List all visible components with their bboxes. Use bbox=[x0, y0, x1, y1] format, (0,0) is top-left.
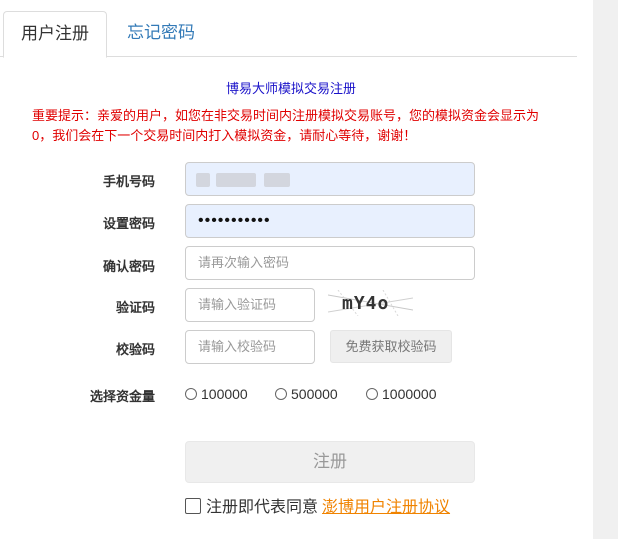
agreement-checkbox[interactable] bbox=[185, 498, 201, 514]
tab-forgot-password[interactable]: 忘记密码 bbox=[109, 11, 213, 58]
sms-code-input[interactable]: 请输入校验码 bbox=[185, 330, 315, 364]
phone-label: 手机号码 bbox=[102, 174, 155, 189]
captcha-image[interactable]: mY4o bbox=[327, 289, 414, 317]
password-label: 设置密码 bbox=[102, 216, 155, 231]
radio-icon[interactable] bbox=[275, 388, 287, 400]
funds-option-500000[interactable]: 500000 bbox=[275, 384, 338, 404]
tab-register[interactable]: 用户注册 bbox=[3, 11, 107, 58]
captcha-label: 验证码 bbox=[115, 300, 155, 315]
phone-input[interactable] bbox=[185, 162, 475, 196]
tab-bar: 用户注册 忘记密码 bbox=[0, 0, 577, 58]
captcha-input[interactable]: 请输入验证码 bbox=[185, 288, 315, 322]
sms-code-placeholder: 请输入校验码 bbox=[198, 339, 277, 354]
radio-icon[interactable] bbox=[185, 388, 197, 400]
agreement-text: 注册即代表同意 bbox=[206, 499, 319, 516]
register-button[interactable]: 注册 bbox=[185, 441, 475, 483]
funds-option-100000[interactable]: 100000 bbox=[185, 384, 248, 404]
redacted-block bbox=[196, 173, 210, 187]
confirm-password-label: 确认密码 bbox=[102, 259, 155, 274]
radio-icon[interactable] bbox=[366, 388, 378, 400]
funds-option-label: 500000 bbox=[291, 386, 338, 402]
funds-option-label: 1000000 bbox=[382, 386, 437, 402]
notice-text: 重要提示：亲爱的用户，如您在非交易时间内注册模拟交易账号，您的模拟资金会显示为0… bbox=[32, 108, 540, 143]
page-title: 博易大师模拟交易注册 bbox=[225, 81, 356, 96]
funds-option-label: 100000 bbox=[201, 386, 248, 402]
captcha-placeholder: 请输入验证码 bbox=[198, 297, 277, 312]
agreement-link[interactable]: 澎博用户注册协议 bbox=[322, 499, 450, 516]
funds-option-1000000[interactable]: 1000000 bbox=[366, 384, 437, 404]
redacted-block bbox=[264, 173, 290, 187]
password-value: ••••••••••• bbox=[198, 212, 271, 229]
password-input[interactable]: ••••••••••• bbox=[185, 204, 475, 238]
get-sms-code-button[interactable]: 免费获取校验码 bbox=[330, 330, 452, 363]
sms-code-label: 校验码 bbox=[115, 342, 155, 357]
scrollbar-gutter[interactable] bbox=[593, 0, 618, 539]
captcha-text: mY4o bbox=[342, 293, 389, 314]
funds-label: 选择资金量 bbox=[89, 389, 155, 404]
confirm-password-input[interactable]: 请再次输入密码 bbox=[185, 246, 475, 280]
redacted-block bbox=[216, 173, 256, 187]
confirm-password-placeholder: 请再次输入密码 bbox=[198, 255, 290, 270]
agreement-row: 注册即代表同意 澎博用户注册协议 bbox=[185, 497, 450, 519]
